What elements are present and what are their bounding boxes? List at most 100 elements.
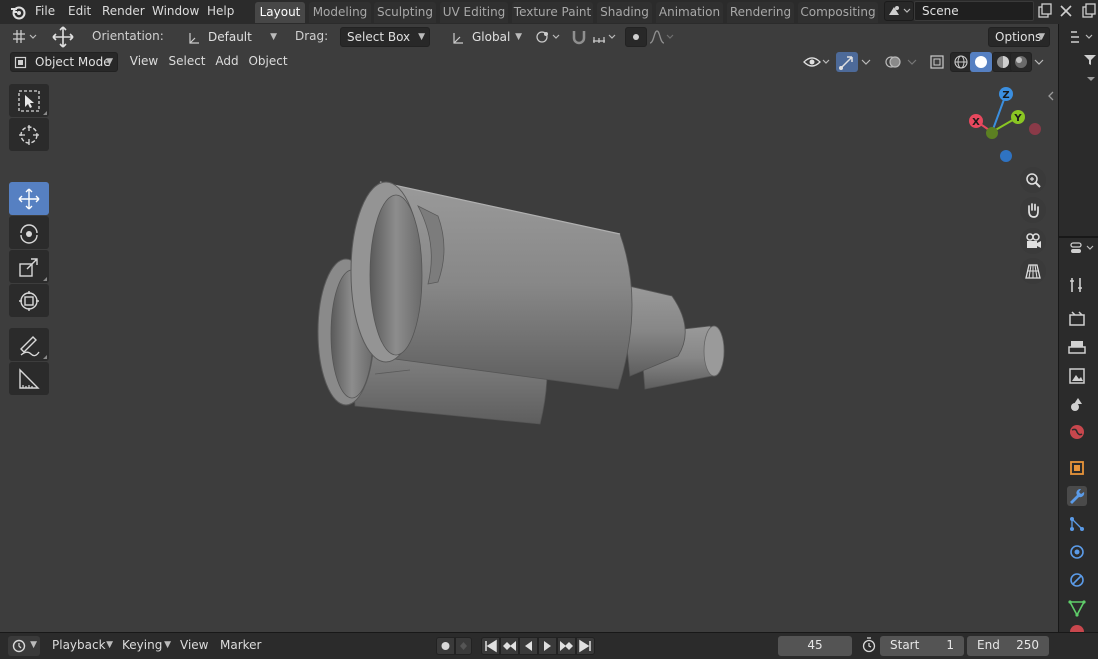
playback-dropdown[interactable]: Playback ▼ — [46, 636, 116, 656]
sidebar-toggle-chevron-icon[interactable] — [1046, 90, 1056, 102]
preview-range-toggle[interactable] — [858, 636, 880, 656]
keying-dropdown[interactable]: Keying ▼ — [116, 636, 174, 656]
jump-to-keyframe-forward-button[interactable] — [557, 637, 576, 655]
outliner-editor-type-icon[interactable] — [1069, 29, 1095, 45]
timeline-editor-type[interactable]: ▼ — [8, 636, 40, 656]
menu-edit[interactable]: Edit — [68, 3, 91, 20]
select-menu[interactable]: Select — [166, 52, 208, 72]
gizmo-toggle[interactable] — [836, 52, 858, 72]
transform-tool[interactable] — [9, 284, 49, 317]
jump-to-end-button[interactable] — [576, 637, 595, 655]
jump-to-keyframe-back-button[interactable] — [500, 637, 519, 655]
tab-modeling[interactable]: Modeling — [309, 2, 371, 23]
3d-viewport[interactable]: Orientation: Default ▼ Drag: Select Box … — [0, 24, 1058, 632]
chevron-down-icon[interactable] — [1033, 56, 1045, 68]
chevron-down-icon[interactable] — [860, 56, 872, 68]
zoom-button[interactable] — [1020, 167, 1046, 193]
output-properties-icon[interactable] — [1067, 338, 1087, 358]
tool-properties-icon[interactable] — [1067, 275, 1087, 295]
end-frame-field[interactable]: End 250 — [967, 636, 1049, 656]
proportional-falloff-dropdown[interactable] — [647, 27, 677, 47]
shading-wireframe[interactable] — [950, 52, 972, 72]
orientation-dropdown[interactable]: Default ▼ — [182, 27, 282, 47]
options-dropdown[interactable]: Options ▼ — [988, 27, 1050, 47]
physics-properties-icon[interactable] — [1067, 542, 1087, 562]
auto-keying-toggle[interactable] — [436, 637, 455, 655]
move-tool-header-icon[interactable] — [50, 26, 76, 48]
render-properties-icon[interactable] — [1067, 309, 1087, 329]
select-box-tool[interactable] — [9, 84, 49, 117]
measure-tool[interactable] — [9, 362, 49, 395]
proportional-edit-toggle[interactable] — [625, 27, 647, 47]
filter-icon[interactable] — [1083, 52, 1097, 66]
overlays-toggle[interactable] — [882, 52, 904, 72]
properties-editor-type-icon[interactable] — [1069, 240, 1097, 256]
world-properties-icon[interactable] — [1067, 422, 1087, 442]
tab-animation[interactable]: Animation — [656, 2, 723, 23]
play-reverse-button[interactable] — [519, 637, 538, 655]
scene-selector[interactable] — [884, 1, 914, 21]
object-properties-icon[interactable] — [1067, 458, 1087, 478]
menu-file[interactable]: File — [35, 3, 55, 20]
perspective-toggle-button[interactable] — [1020, 258, 1046, 284]
scene-name-field[interactable]: Scene — [914, 1, 1034, 21]
visibility-dropdown[interactable] — [802, 52, 832, 72]
annotate-tool[interactable] — [9, 328, 49, 361]
view-menu[interactable]: View — [126, 52, 162, 72]
navigation-gizmo[interactable]: X Y Z — [962, 80, 1048, 166]
drag-dropdown[interactable]: Select Box ▼ — [340, 27, 430, 47]
gizmo-neg-y-ball[interactable] — [986, 127, 998, 139]
menu-window[interactable]: Window — [152, 3, 199, 20]
particle-properties-icon[interactable] — [1067, 514, 1087, 534]
view-layer-icon[interactable] — [1080, 2, 1098, 20]
snap-target-dropdown[interactable] — [590, 27, 620, 47]
add-menu[interactable]: Add — [212, 52, 242, 72]
chevron-down-icon: ▼ — [515, 32, 522, 42]
exhaust-tip-model[interactable] — [300, 144, 740, 434]
scale-tool[interactable] — [9, 250, 49, 283]
duplicate-scene-icon[interactable] — [1036, 2, 1054, 20]
data-properties-icon[interactable] — [1067, 598, 1087, 618]
current-frame-field[interactable]: 45 — [778, 636, 852, 656]
blender-logo-icon[interactable] — [9, 3, 27, 21]
tab-layout[interactable]: Layout — [255, 2, 305, 23]
keying-set-dropdown[interactable] — [455, 637, 472, 655]
material-properties-icon[interactable] — [1067, 625, 1087, 632]
transform-orientation-dropdown[interactable]: Global ▼ — [447, 27, 527, 47]
rotate-tool[interactable] — [9, 216, 49, 249]
jump-to-start-button[interactable] — [481, 637, 500, 655]
scene-properties-icon[interactable] — [1067, 394, 1087, 414]
modifier-properties-icon[interactable] — [1067, 486, 1087, 506]
object-mode-dropdown[interactable]: Object Mode ▼ — [10, 52, 118, 72]
tab-texture-paint[interactable]: Texture Paint — [512, 2, 593, 23]
start-frame-field[interactable]: Start 1 — [880, 636, 964, 656]
gizmo-neg-x-ball[interactable] — [1029, 123, 1041, 135]
cursor-tool[interactable] — [9, 118, 49, 151]
chevron-down-icon[interactable] — [1086, 74, 1096, 84]
shading-solid[interactable] — [970, 52, 992, 72]
timeline-view-menu[interactable]: View — [174, 636, 214, 656]
delete-scene-icon[interactable] — [1057, 2, 1075, 20]
tab-compositing[interactable]: Compositing — [798, 2, 878, 23]
pan-button[interactable] — [1020, 197, 1046, 223]
gizmo-neg-z-ball[interactable] — [1000, 150, 1012, 162]
chevron-down-icon[interactable] — [906, 56, 918, 68]
menu-help[interactable]: Help — [207, 3, 234, 20]
menu-render[interactable]: Render — [102, 3, 145, 20]
tab-shading[interactable]: Shading — [597, 2, 652, 23]
constraint-properties-icon[interactable] — [1067, 570, 1087, 590]
tab-rendering[interactable]: Rendering — [727, 2, 794, 23]
snap-toggle[interactable] — [568, 27, 590, 47]
tab-sculpting[interactable]: Sculpting — [374, 2, 436, 23]
tab-uv-editing[interactable]: UV Editing — [440, 2, 508, 23]
move-tool[interactable] — [9, 182, 49, 215]
xray-toggle[interactable] — [926, 52, 948, 72]
view-layer-properties-icon[interactable] — [1067, 366, 1087, 386]
play-button[interactable] — [538, 637, 557, 655]
camera-view-button[interactable] — [1020, 228, 1046, 254]
shading-rendered[interactable] — [1010, 52, 1032, 72]
pivot-point-button[interactable] — [533, 27, 563, 47]
object-menu[interactable]: Object — [246, 52, 290, 72]
marker-menu[interactable]: Marker — [214, 636, 266, 656]
editor-type-button[interactable] — [10, 27, 40, 47]
